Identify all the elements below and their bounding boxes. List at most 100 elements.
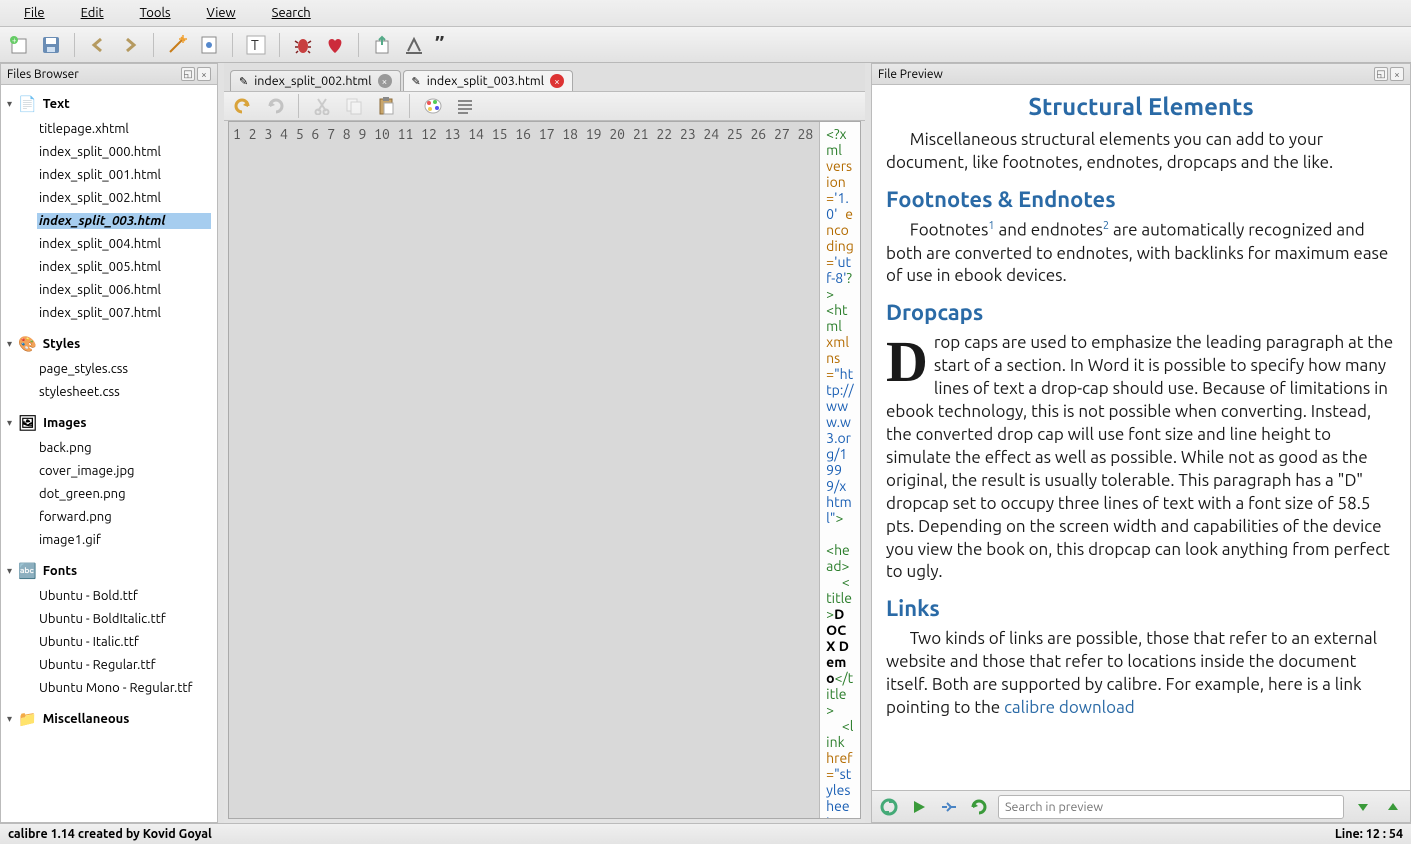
file-item[interactable]: index_split_004.html <box>37 236 211 252</box>
category-miscellaneous[interactable]: ▾📁Miscellaneous <box>7 706 211 732</box>
panel-undock-icon[interactable]: ◱ <box>181 67 195 81</box>
bug-icon[interactable] <box>292 34 314 56</box>
search-next-icon[interactable] <box>1352 796 1374 818</box>
play-icon[interactable] <box>908 796 930 818</box>
file-item[interactable]: back.png <box>37 440 211 456</box>
file-preview-body[interactable]: Structural Elements Miscellaneous struct… <box>872 85 1410 790</box>
menu-search[interactable]: Search <box>256 3 327 23</box>
preview-para-links: Two kinds of links are possible, those t… <box>886 628 1396 720</box>
new-book-icon[interactable]: + <box>8 34 30 56</box>
status-right: Line: 12 : 54 <box>1335 827 1403 841</box>
menu-tools[interactable]: Tools <box>124 3 187 23</box>
svg-text:+: + <box>12 36 17 45</box>
heart-icon[interactable] <box>324 34 346 56</box>
category-fonts[interactable]: ▾🔤Fonts <box>7 558 211 584</box>
file-item[interactable]: cover_image.jpg <box>37 463 211 479</box>
undo-icon[interactable] <box>232 95 254 117</box>
file-item[interactable]: titlepage.xhtml <box>37 121 211 137</box>
quote-icon[interactable]: ” <box>435 34 457 56</box>
status-left: calibre 1.14 created by Kovid Goyal <box>8 827 212 841</box>
link-calibre-download[interactable]: calibre download <box>1004 698 1135 717</box>
cut-icon[interactable] <box>311 95 333 117</box>
search-prev-icon[interactable] <box>1382 796 1404 818</box>
file-item[interactable]: Ubuntu - Italic.ttf <box>37 634 211 650</box>
preview-heading-links: Links <box>886 594 1396 624</box>
t: Footnotes <box>910 221 989 240</box>
files-browser-panel: Files Browser ◱ × ▾📄Text titlepage.xhtml i… <box>0 63 218 823</box>
file-item[interactable]: index_split_007.html <box>37 305 211 321</box>
panel-undock-icon[interactable]: ◱ <box>1374 67 1388 81</box>
separator <box>298 94 299 118</box>
text-icon[interactable]: T <box>245 34 267 56</box>
editor-area: ✎index_split_002.html×✎index_split_003.h… <box>224 63 865 823</box>
file-item[interactable]: stylesheet.css <box>37 384 211 400</box>
copy-icon[interactable] <box>343 95 365 117</box>
color-icon[interactable] <box>422 95 444 117</box>
file-item[interactable]: index_split_001.html <box>37 167 211 183</box>
lines-icon[interactable] <box>454 95 476 117</box>
editor-tab[interactable]: ✎index_split_003.html× <box>403 70 574 91</box>
code-content[interactable]: <?xml version='1.0' encoding='utf-8'?> <… <box>820 122 860 818</box>
file-item[interactable]: index_split_000.html <box>37 144 211 160</box>
split-icon[interactable] <box>938 796 960 818</box>
sync-icon[interactable] <box>878 796 900 818</box>
file-item[interactable]: Ubuntu - Regular.ttf <box>37 657 211 673</box>
menu-view-label: View <box>199 3 244 23</box>
file-item[interactable]: index_split_002.html <box>37 190 211 206</box>
tab-close-icon[interactable]: × <box>550 74 564 88</box>
file-item[interactable]: index_split_005.html <box>37 259 211 275</box>
redo-icon[interactable] <box>264 95 286 117</box>
toc-icon[interactable] <box>198 34 220 56</box>
code-editor[interactable]: 1 2 3 4 5 6 7 8 9 10 11 12 13 14 15 16 1… <box>228 121 861 819</box>
export-icon[interactable] <box>371 34 393 56</box>
preview-search-input[interactable] <box>998 795 1344 819</box>
category-images[interactable]: ▾🖼Images <box>7 410 211 436</box>
forward-icon[interactable] <box>119 34 141 56</box>
category-text[interactable]: ▾📄Text <box>7 91 211 117</box>
statusbar: calibre 1.14 created by Kovid Goyal Line… <box>0 823 1411 844</box>
menu-file-label: File <box>16 3 53 23</box>
paste-special-icon[interactable] <box>403 34 425 56</box>
file-item[interactable]: Ubuntu Mono - Regular.ttf <box>37 680 211 696</box>
preview-heading-structural: Structural Elements <box>886 91 1396 123</box>
separator <box>279 33 280 57</box>
file-preview-title: File Preview ◱ × <box>872 64 1410 85</box>
files-browser-body[interactable]: ▾📄Text titlepage.xhtml index_split_000.htm… <box>1 85 217 822</box>
save-icon[interactable] <box>40 34 62 56</box>
menubar: File Edit Tools View Search <box>0 0 1411 27</box>
file-item[interactable]: image1.gif <box>37 532 211 548</box>
reload-icon[interactable] <box>968 796 990 818</box>
file-preview-title-label: File Preview <box>878 68 943 81</box>
dropcap: D <box>886 332 934 388</box>
files-browser-title-label: Files Browser <box>7 68 79 81</box>
menu-tools-label: Tools <box>132 3 179 23</box>
back-icon[interactable] <box>87 34 109 56</box>
editor-tabs: ✎index_split_002.html×✎index_split_003.h… <box>224 63 865 91</box>
category-styles[interactable]: ▾🎨Styles <box>7 331 211 357</box>
file-item[interactable]: forward.png <box>37 509 211 525</box>
svg-text:”: ” <box>435 36 445 54</box>
code-gutter: 1 2 3 4 5 6 7 8 9 10 11 12 13 14 15 16 1… <box>229 122 820 818</box>
preview-toolbar <box>872 790 1410 822</box>
menu-view[interactable]: View <box>191 3 252 23</box>
panel-close-icon[interactable]: × <box>1390 67 1404 81</box>
file-item[interactable]: dot_green.png <box>37 486 211 502</box>
preview-heading-dropcaps: Dropcaps <box>886 298 1396 328</box>
file-item[interactable]: index_split_003.html <box>37 213 211 229</box>
panel-close-icon[interactable]: × <box>197 67 211 81</box>
editor-tab[interactable]: ✎index_split_002.html× <box>230 70 401 91</box>
menu-file[interactable]: File <box>8 3 61 23</box>
tab-close-icon[interactable]: × <box>378 74 392 88</box>
wand-icon[interactable] <box>166 34 188 56</box>
file-item[interactable]: index_split_006.html <box>37 282 211 298</box>
editor-toolbar <box>224 91 865 121</box>
file-item[interactable]: Ubuntu - Bold.ttf <box>37 588 211 604</box>
svg-text:T: T <box>251 37 259 53</box>
separator <box>232 33 233 57</box>
file-item[interactable]: Ubuntu - BoldItalic.ttf <box>37 611 211 627</box>
content-area: Files Browser ◱ × ▾📄Text titlepage.xhtml i… <box>0 63 1411 823</box>
file-item[interactable]: page_styles.css <box>37 361 211 377</box>
paste-icon[interactable] <box>375 95 397 117</box>
separator <box>358 33 359 57</box>
menu-edit[interactable]: Edit <box>65 3 120 23</box>
